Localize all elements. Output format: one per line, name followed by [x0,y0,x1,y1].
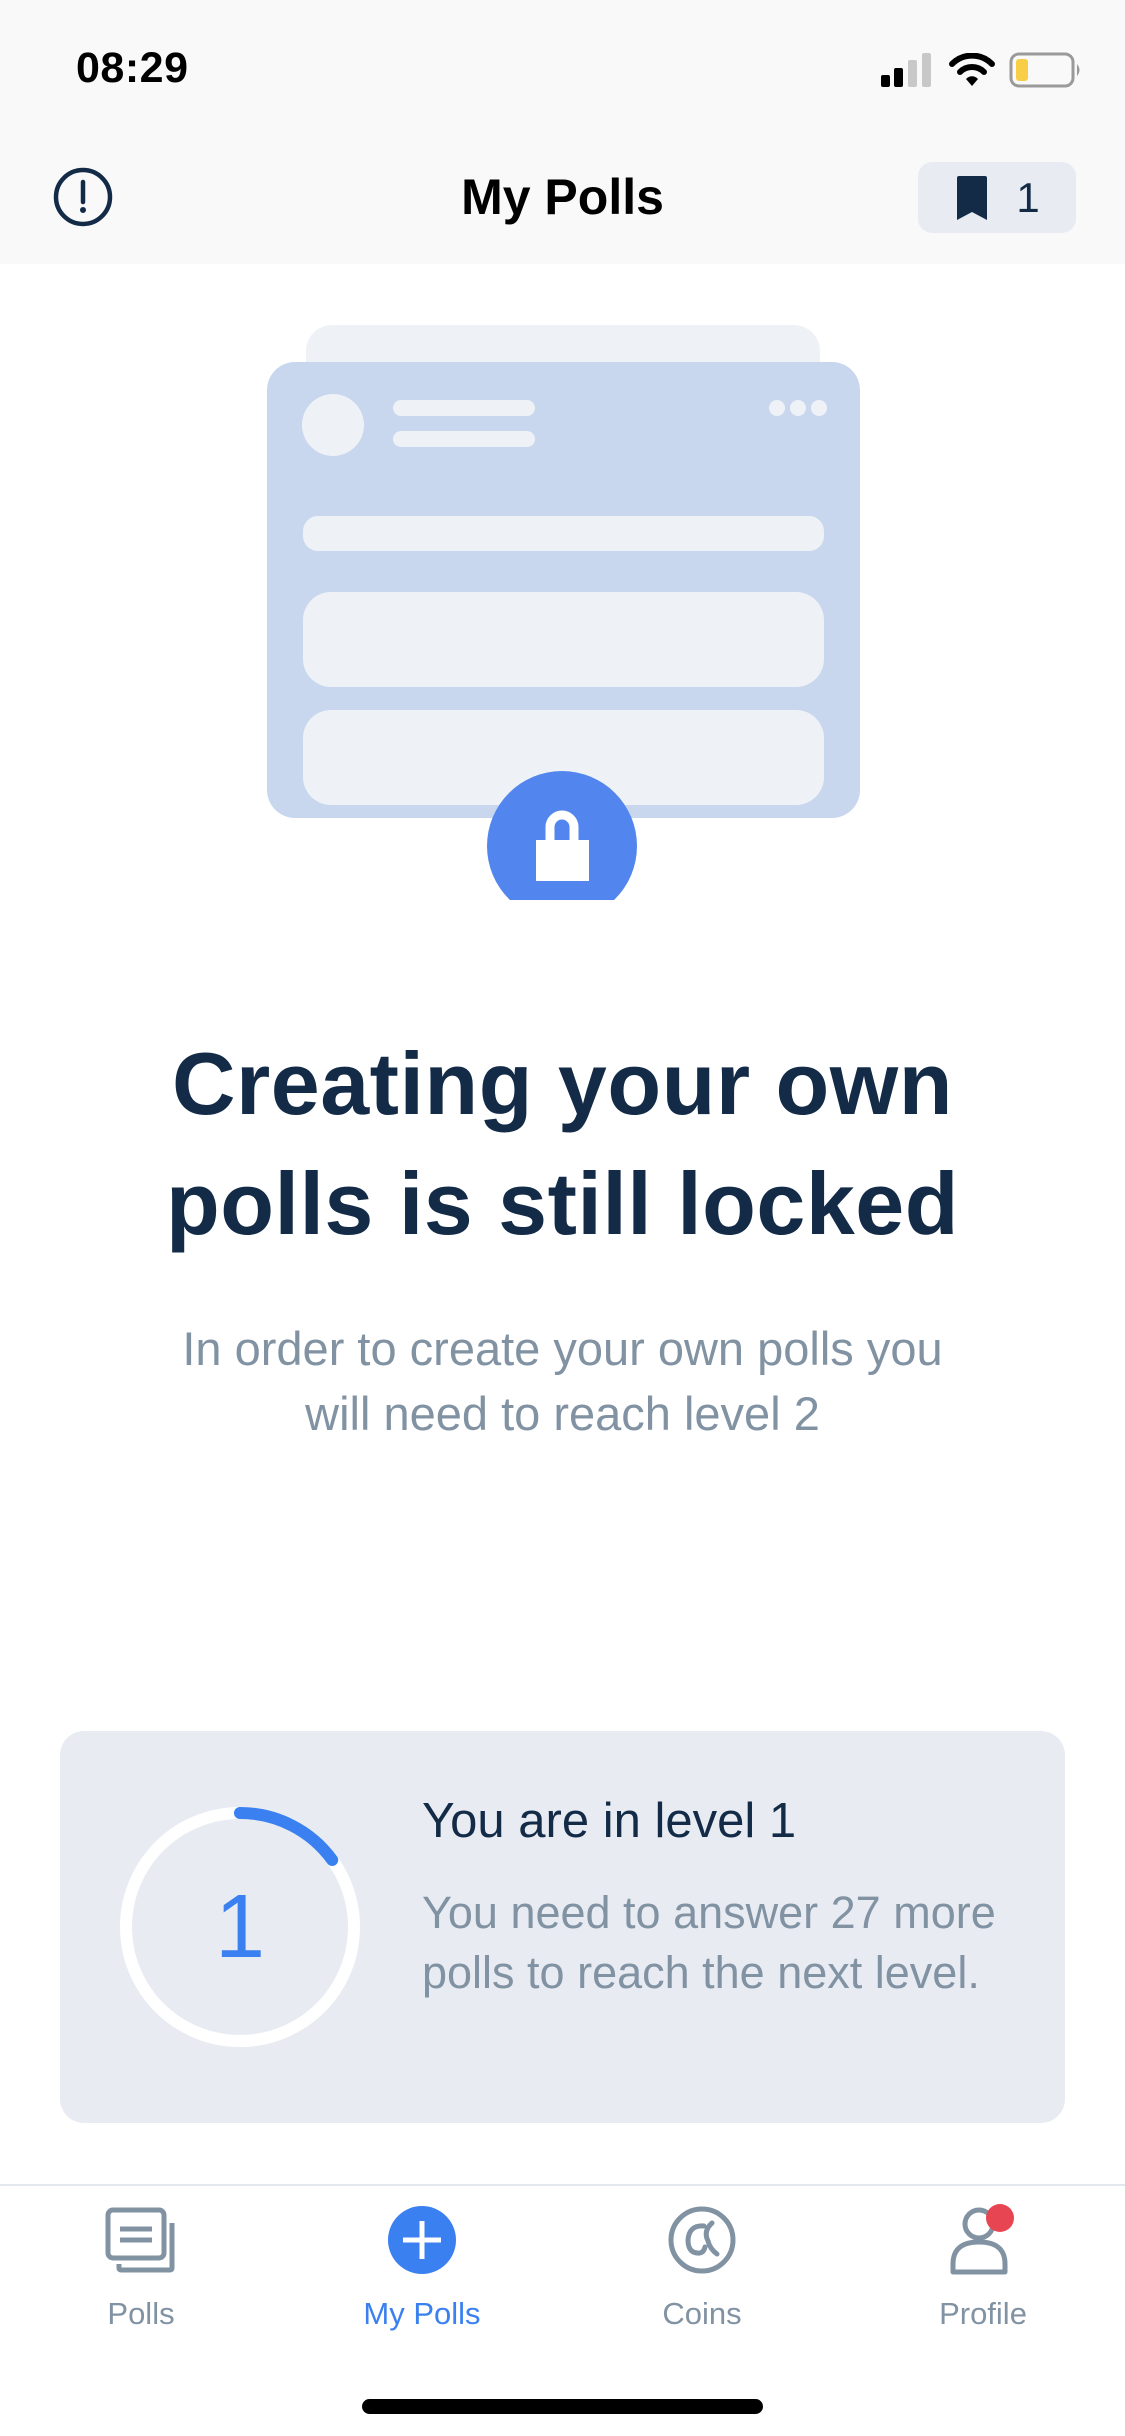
notification-badge [986,2204,1014,2232]
illustration-option [303,710,824,805]
headline-line: polls is still locked [166,1154,959,1253]
subtitle-line: In order to create your own polls you [182,1322,943,1375]
tab-polls[interactable]: Polls [41,2186,241,2346]
home-indicator[interactable] [362,2399,763,2414]
signal-icon [881,53,931,87]
bookmarks-button[interactable]: 1 [918,162,1076,233]
coins-icon [668,2206,736,2274]
polls-icon [105,2207,175,2273]
tab-label: Coins [662,2296,742,2331]
tab-label: Profile [939,2296,1027,2331]
tab-label: My Polls [363,2296,481,2331]
tab-profile[interactable]: Profile [883,2186,1083,2346]
plus-circle-icon [388,2206,456,2274]
illustration-back-card [306,325,820,445]
illustration-bar [303,516,824,551]
headline-line: Creating your own [172,1034,953,1133]
battery-icon [1009,52,1080,88]
illustration-avatar [302,394,364,456]
illustration-line [393,400,535,416]
level-title: You are in level 1 [422,1794,797,1848]
lock-icon [536,810,589,881]
lock-circle [487,771,637,900]
illustration-front-card [267,362,860,818]
wifi-icon [949,53,995,86]
illustration-line [393,431,535,447]
tab-label: Polls [107,2296,175,2331]
locked-headline: Creating your own polls is still locked [60,1024,1065,1264]
level-card: 1 You are in level 1 You need to answer … [60,1731,1065,2123]
status-icons [881,52,1083,88]
locked-subtitle: In order to create your own polls you wi… [110,1316,1015,1446]
bookmark-icon [957,175,988,220]
level-number: 1 [214,1876,266,1977]
level-description: You need to answer 27 more polls to reac… [422,1887,996,1998]
illustration-dot [811,400,827,416]
tab-coins[interactable]: Coins [602,2186,802,2346]
illustration-dot [790,400,806,416]
illustration-dot [769,400,785,416]
bookmark-count: 1 [1016,173,1040,221]
status-time: 08:29 [76,44,189,92]
illustration-option [303,592,824,687]
profile-icon [950,2204,1014,2275]
tab-my-polls[interactable]: My Polls [322,2186,522,2346]
subtitle-line: will need to reach level 2 [305,1387,820,1440]
